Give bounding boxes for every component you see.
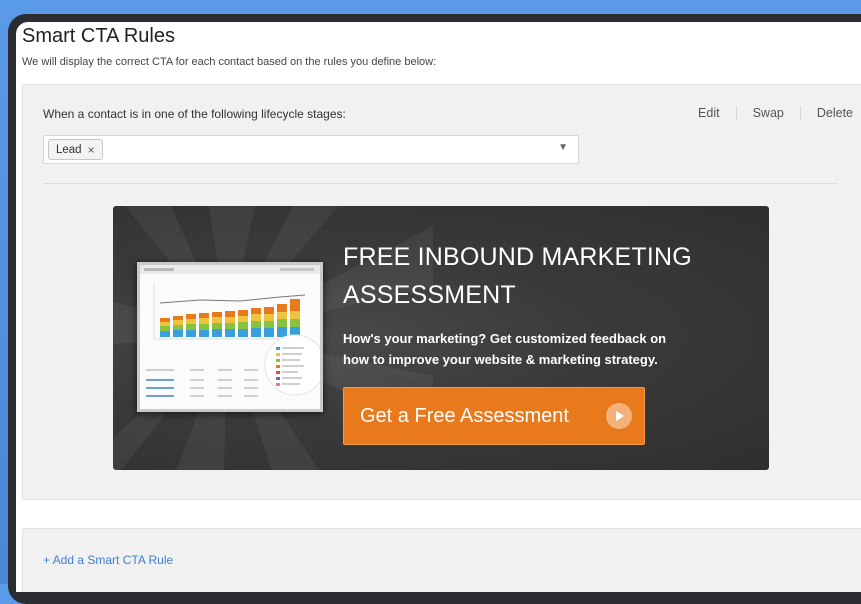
tag-label: Lead: [56, 143, 82, 156]
thumbnail-bar-segment: [251, 321, 261, 328]
thumbnail-bar-segment: [277, 312, 287, 319]
thumbnail-bar-segment: [173, 325, 183, 330]
swap-button[interactable]: Swap: [735, 106, 800, 120]
thumbnail-bar-segment: [160, 318, 170, 322]
thumbnail-bar-segment: [225, 317, 235, 323]
thumbnail-bar-segment: [212, 312, 222, 317]
thumbnail-bar-segment: [225, 311, 235, 317]
thumbnail-bar-segment: [160, 326, 170, 331]
smart-cta-rules-panel: Smart CTA Rules We will display the corr…: [16, 22, 861, 592]
play-arrow-icon: [606, 403, 632, 429]
edit-button[interactable]: Edit: [682, 106, 736, 120]
thumbnail-bar-segment: [251, 314, 261, 321]
thumbnail-bar-segment: [212, 317, 222, 323]
thumbnail-bar-segment: [186, 324, 196, 330]
thumbnail-bar-segment: [186, 314, 196, 319]
lifecycle-stage-select[interactable]: Lead × ▼: [43, 135, 579, 164]
thumbnail-bar-segment: [173, 330, 183, 337]
thumbnail-bar-segment: [173, 320, 183, 325]
thumbnail-bar-segment: [264, 314, 274, 321]
add-smart-cta-rule-link[interactable]: + Add a Smart CTA Rule: [43, 553, 173, 567]
rule-condition-label: When a contact is in one of the followin…: [43, 107, 346, 121]
thumbnail-bar-segment: [173, 316, 183, 320]
add-rule-section: + Add a Smart CTA Rule: [22, 528, 861, 592]
thumbnail-bar-segment: [251, 328, 261, 337]
report-chart-graphic: [140, 265, 326, 397]
cta-description-line1: How's your marketing? Get customized fee…: [343, 331, 667, 346]
thumbnail-bar-segment: [264, 307, 274, 314]
get-free-assessment-button[interactable]: Get a Free Assessment: [343, 387, 645, 445]
thumbnail-bar-segment: [212, 323, 222, 329]
cta-preview[interactable]: FREE INBOUND MARKETING ASSESSMENT How's …: [113, 206, 769, 470]
cta-headline-line1: FREE INBOUND MARKETING: [343, 243, 692, 271]
caret-down-icon[interactable]: ▼: [558, 142, 568, 153]
rule-actions: Edit Swap Delete: [682, 106, 853, 120]
thumbnail-bar-segment: [290, 319, 300, 327]
cta-description-line2: how to improve your website & marketing …: [343, 352, 658, 367]
thumbnail-bar-segment: [160, 331, 170, 337]
thumbnail-bar-segment: [238, 322, 248, 329]
thumbnail-bar-segment: [264, 328, 274, 337]
thumbnail-bar-segment: [212, 329, 222, 337]
thumbnail-bar-segment: [277, 304, 287, 312]
cta-description: How's your marketing? Get customized fee…: [343, 328, 753, 370]
tag-remove-icon[interactable]: ×: [88, 143, 95, 157]
lifecycle-tag-lead: Lead ×: [48, 139, 103, 160]
thumbnail-bar-segment: [225, 323, 235, 329]
page-subtitle: We will display the correct CTA for each…: [22, 56, 437, 68]
thumbnail-bar-segment: [160, 322, 170, 326]
divider: [43, 183, 838, 184]
thumbnail-bar-segment: [238, 316, 248, 322]
thumbnail-bar-segment: [290, 311, 300, 319]
cta-headline: FREE INBOUND MARKETING ASSESSMENT: [343, 238, 743, 314]
cta-headline-line2: ASSESSMENT: [343, 281, 516, 309]
thumbnail-bar-segment: [199, 318, 209, 324]
thumbnail-bar-segment: [277, 319, 287, 327]
delete-button[interactable]: Delete: [799, 106, 853, 120]
report-screenshot-image: [137, 262, 326, 412]
thumbnail-bar-segment: [186, 330, 196, 337]
thumbnail-bar-segment: [199, 313, 209, 318]
thumbnail-bar-segment: [238, 329, 248, 337]
thumbnail-bar-segment: [290, 299, 300, 311]
thumbnail-bar-segment: [225, 329, 235, 337]
thumbnail-bar-segment: [251, 308, 261, 314]
thumbnail-bar-segment: [199, 324, 209, 330]
thumbnail-bar-segment: [238, 310, 248, 316]
thumbnail-bar-segment: [264, 321, 274, 328]
thumbnail-bar-segment: [277, 327, 287, 337]
cta-button-label: Get a Free Assessment: [360, 404, 569, 427]
page-title: Smart CTA Rules: [22, 25, 175, 47]
smart-cta-rule: When a contact is in one of the followin…: [22, 84, 861, 500]
thumbnail-bar-segment: [199, 330, 209, 337]
thumbnail-bar-segment: [186, 319, 196, 324]
